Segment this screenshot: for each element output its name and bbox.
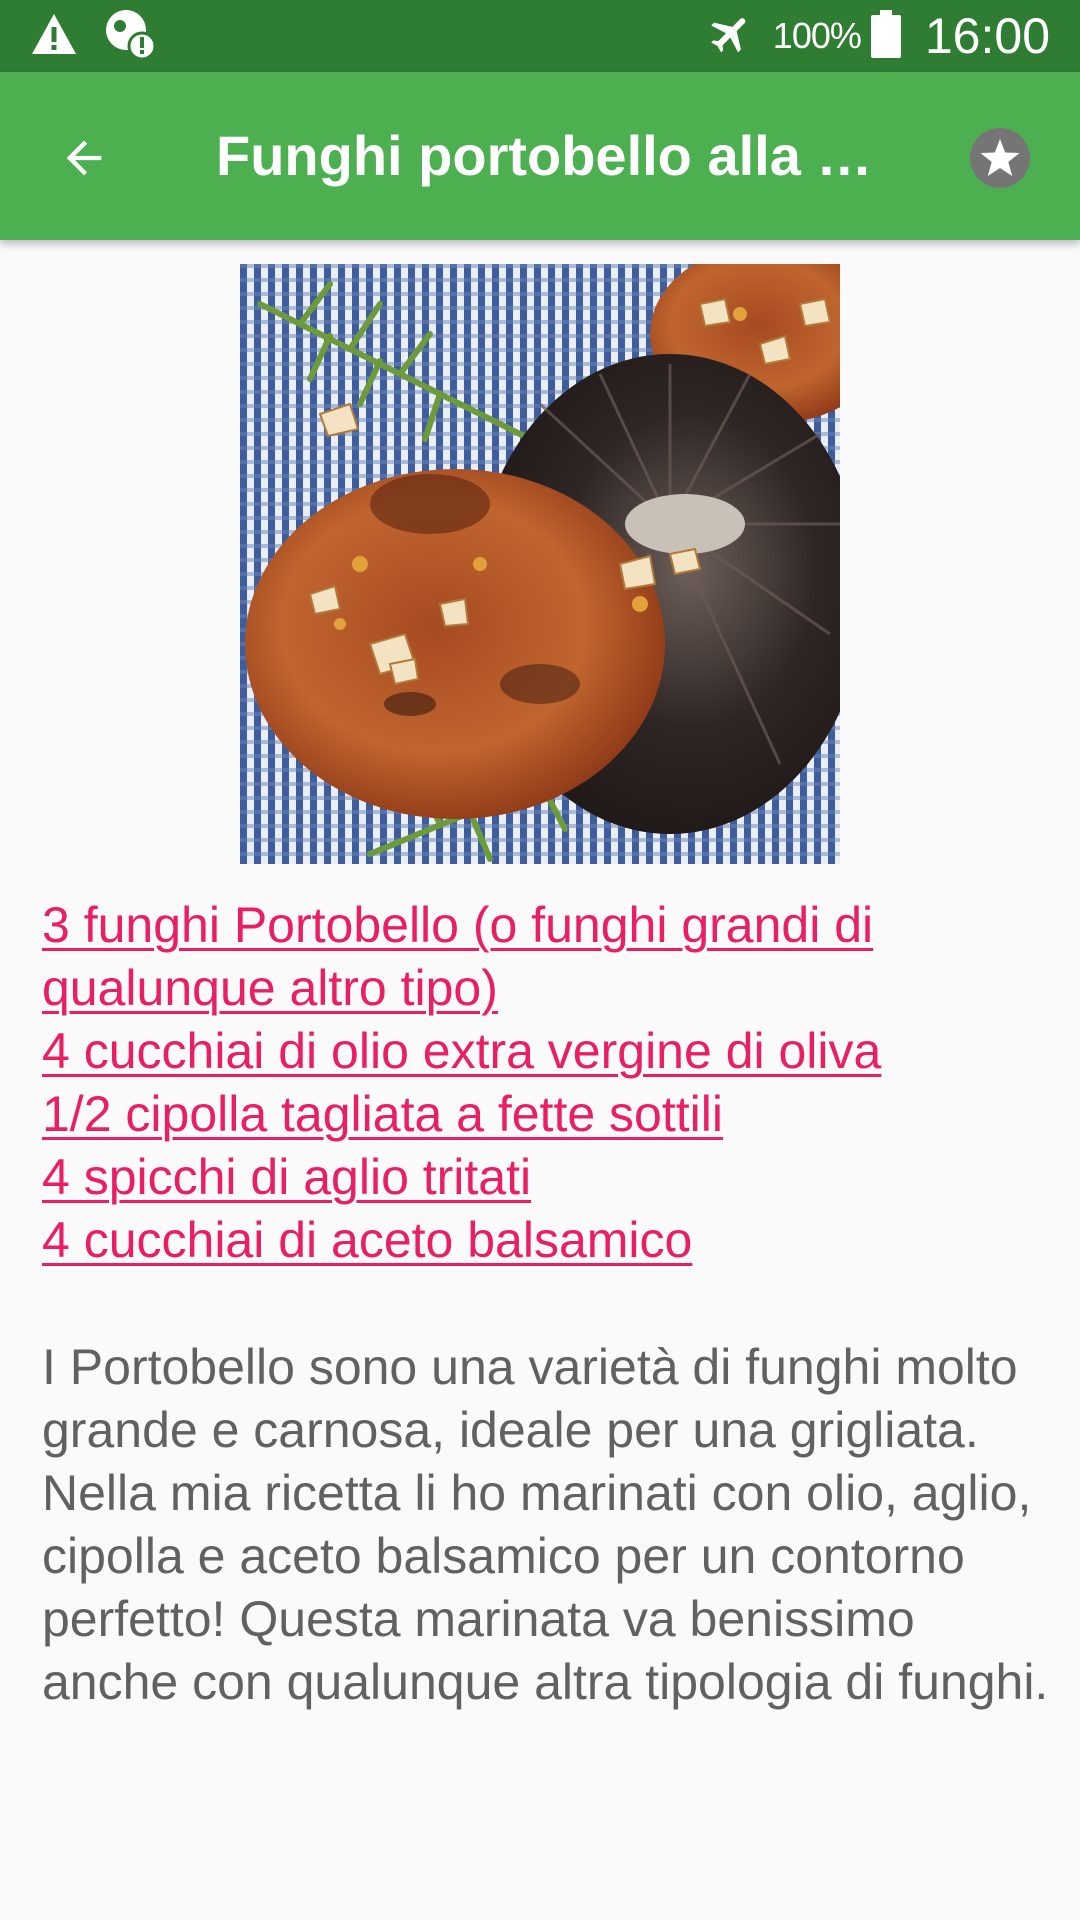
location-alert-icon: [104, 8, 157, 65]
clock-time: 16:00: [924, 8, 1050, 64]
ingredient-link[interactable]: 4 cucchiai di olio extra vergine di oliv…: [42, 1023, 881, 1079]
back-button[interactable]: [46, 122, 122, 198]
battery-icon: [870, 9, 901, 63]
list-item: 1/2 cipolla tagliata a fette sottili: [42, 1083, 1042, 1146]
status-left-icons: [30, 8, 157, 65]
warning-icon: [30, 12, 78, 61]
ingredient-list: 3 funghi Portobello (o funghi grandi di …: [42, 894, 1042, 1272]
ingredient-link[interactable]: 3 funghi Portobello (o funghi grandi di …: [42, 897, 873, 1016]
status-right-icons: 100% 16:00: [707, 0, 1050, 72]
ingredient-link[interactable]: 4 spicchi di aglio tritati: [42, 1149, 531, 1205]
airplane-mode-icon: [707, 10, 755, 63]
star-icon: [968, 126, 1032, 195]
list-item: 4 spicchi di aglio tritati: [42, 1146, 1042, 1209]
recipe-photo: [240, 264, 840, 864]
ingredient-link[interactable]: 1/2 cipolla tagliata a fette sottili: [42, 1086, 723, 1142]
list-item: 4 cucchiai di olio extra vergine di oliv…: [42, 1020, 1042, 1083]
list-item: 4 cucchiai di aceto balsamico: [42, 1209, 1042, 1272]
list-item: 3 funghi Portobello (o funghi grandi di …: [42, 894, 1042, 1020]
app-bar: Funghi portobello alla g…: [0, 72, 1080, 240]
recipe-description: I Portobello sono una varietà di funghi …: [42, 1339, 1049, 1710]
status-bar: 100% 16:00: [0, 0, 1080, 72]
ingredient-link[interactable]: 4 cucchiai di aceto balsamico: [42, 1212, 692, 1268]
page-title: Funghi portobello alla g…: [216, 124, 896, 187]
battery-percent: 100%: [772, 15, 862, 56]
arrow-back-icon: [58, 132, 110, 189]
favorite-button[interactable]: [962, 122, 1038, 198]
